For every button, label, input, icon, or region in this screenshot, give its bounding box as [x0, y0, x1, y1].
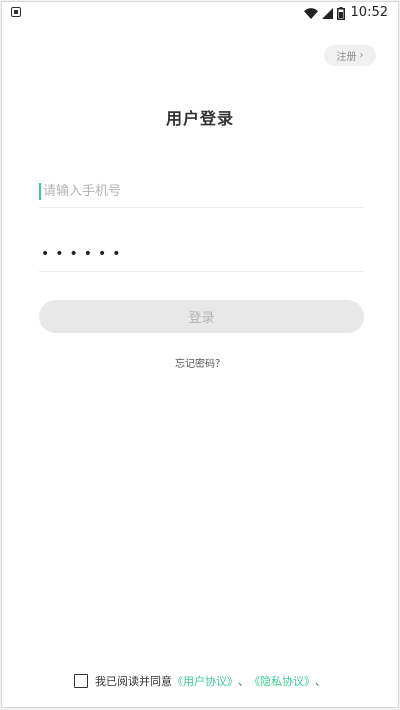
- agreement-separator: 、: [238, 675, 249, 688]
- battery-icon: [336, 6, 345, 20]
- user-agreement-link[interactable]: 《用户协议》: [172, 673, 238, 689]
- status-icons: 10:52: [303, 5, 388, 21]
- wifi-icon: [303, 7, 318, 19]
- agree-checkbox[interactable]: [74, 674, 88, 688]
- status-bar: 10:52: [2, 2, 398, 26]
- password-field[interactable]: ••••••: [39, 239, 364, 272]
- notification-icon: [11, 7, 21, 17]
- agreement-prefix: 我已阅读并同意: [95, 675, 172, 688]
- login-screen: 10:52 注册 › 用户登录 •••••• 登录 忘记密码？ 我已阅读并同意 …: [1, 1, 399, 708]
- register-label: 注册: [336, 52, 357, 63]
- phone-field[interactable]: [39, 176, 364, 208]
- register-button[interactable]: 注册 ›: [324, 45, 376, 66]
- agreement-row: 我已阅读并同意 《用户协议》 、 《隐私协议》 、: [74, 673, 326, 689]
- privacy-agreement-link[interactable]: 《隐私协议》: [249, 673, 315, 689]
- page-title: 用户登录: [165, 109, 234, 128]
- phone-input[interactable]: [39, 176, 364, 207]
- status-time: 10:52: [350, 5, 388, 20]
- chevron-right-icon: ›: [359, 49, 364, 61]
- password-input[interactable]: ••••••: [41, 245, 127, 263]
- signal-icon: [321, 7, 333, 19]
- forgot-password-link[interactable]: 忘记密码？: [2, 355, 398, 370]
- login-button[interactable]: 登录: [39, 300, 364, 333]
- agreement-suffix: 、: [315, 675, 326, 688]
